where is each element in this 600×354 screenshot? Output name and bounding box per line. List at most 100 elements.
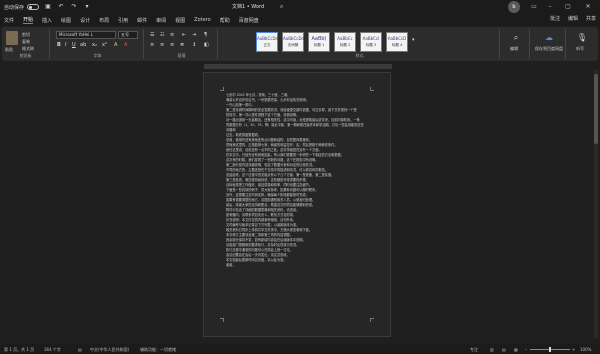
style-no-spacing[interactable]: AaBbCcDd 无间隔 xyxy=(282,32,304,52)
web-layout-icon[interactable]: ▦ xyxy=(514,347,518,352)
page-count[interactable]: 第 1 页，共 1 页 xyxy=(4,347,34,353)
multilevel-list-icon[interactable]: ≡ xyxy=(170,32,174,38)
tab-layout[interactable]: 布局 xyxy=(99,17,109,24)
corner-mark xyxy=(370,87,374,91)
tab-references[interactable]: 引用 xyxy=(118,17,128,24)
justify-icon[interactable]: ≣ xyxy=(180,42,184,48)
editing-mode-button[interactable]: 编辑 xyxy=(568,15,578,22)
undo-icon[interactable]: ↶ xyxy=(57,3,65,11)
style-name: 无间隔 xyxy=(287,43,299,47)
maximize-icon[interactable]: ▢ xyxy=(560,0,576,14)
style-heading-1[interactable]: AaBb(标题 1 xyxy=(308,32,330,52)
align-center-icon[interactable]: ≡ xyxy=(160,42,164,48)
font-name-select[interactable]: Microsoft YaHei L xyxy=(56,31,116,39)
save-icon[interactable]: ▣ xyxy=(44,3,52,11)
style-heading-2[interactable]: AaBbCc 标题 2 xyxy=(334,32,356,52)
proofing-icon[interactable]: ▤ xyxy=(78,347,82,352)
font-group: Microsoft YaHei L 五号 B I U ab x₂ x² A A … xyxy=(52,29,144,59)
tab-help[interactable]: 帮助 xyxy=(220,17,230,24)
search-icon[interactable]: ⌕ xyxy=(280,3,283,11)
corner-mark xyxy=(370,318,374,322)
vertical-scrollbar[interactable] xyxy=(594,70,598,338)
autosave-toggle[interactable] xyxy=(27,4,40,10)
document-body[interactable]: 七剑尔 2042 年七月，雾雨，三十度，三城。 海量公开合作协议书。一份是委托量，… xyxy=(226,93,374,268)
format-painter-button[interactable]: 格式刷 xyxy=(22,46,34,52)
zoom-level[interactable]: 100% xyxy=(580,347,591,352)
tab-design[interactable]: 设计 xyxy=(80,17,90,24)
strikethrough-icon[interactable]: ab xyxy=(80,42,86,48)
tab-zotero[interactable]: Zotero xyxy=(194,17,211,23)
bold-icon[interactable]: B xyxy=(57,42,61,48)
tab-file[interactable]: 文件 xyxy=(4,17,14,24)
align-left-icon[interactable]: ≡ xyxy=(150,42,154,48)
customize-quick-access-icon[interactable]: ▾ xyxy=(83,3,91,11)
cloud-save-icon[interactable]: ☁ xyxy=(543,32,555,44)
highlight-color-icon[interactable]: A xyxy=(114,42,117,48)
corner-mark xyxy=(220,87,224,91)
style-name: 标题 2 xyxy=(339,43,351,47)
language-status[interactable]: 中文(中华人民共和国) xyxy=(90,347,129,353)
tab-baidu-netdisk[interactable]: 百度网盘 xyxy=(239,17,259,24)
shading-icon[interactable]: ◧ xyxy=(204,42,209,48)
comments-button[interactable]: 批注 xyxy=(550,15,560,22)
clipboard-group-label: 剪贴板 xyxy=(19,53,32,58)
print-layout-icon[interactable]: ▤ xyxy=(502,347,506,352)
document-paragraph[interactable]: 谢谢。 xyxy=(226,263,374,268)
microphone-icon[interactable]: 🎙 xyxy=(576,32,588,44)
style-preview: AaBbCc xyxy=(337,36,353,41)
tab-review[interactable]: 审阅 xyxy=(156,17,166,24)
zoom-knob[interactable] xyxy=(549,347,551,352)
tab-draw[interactable]: 绘图 xyxy=(61,17,71,24)
zoom-out-icon[interactable]: – xyxy=(525,347,527,352)
focus-mode-button[interactable]: 专注 xyxy=(470,347,478,353)
styles-more-icon[interactable]: ▾ xyxy=(412,37,415,43)
title-bar: 自动保存 ▣ ↶ ↷ ▾ 文档1 • Word ⌕ b ▭ – ▢ ✕ xyxy=(0,0,600,14)
read-mode-icon[interactable]: ▥ xyxy=(490,347,494,352)
ribbon-display-options-icon[interactable]: ▭ xyxy=(526,0,542,14)
tab-view[interactable]: 视图 xyxy=(175,17,185,24)
style-preview: AaBbCcDd xyxy=(283,36,305,41)
tab-mailings[interactable]: 邮件 xyxy=(137,17,147,24)
bullets-icon[interactable]: ☰ xyxy=(150,32,154,38)
line-spacing-icon[interactable]: ↕ xyxy=(192,42,196,48)
style-heading-3[interactable]: AaBbCcI 标题 3 xyxy=(360,32,382,52)
styles-group: AaBbCcDd 正文 AaBbCcDd 无间隔 AaBb(标题 1 AaBbCc 标… xyxy=(220,29,500,59)
style-heading-4[interactable]: AaBbCcD 标题 4 xyxy=(386,32,408,52)
align-right-icon[interactable]: ≡ xyxy=(170,42,174,48)
increase-indent-icon[interactable]: ⇥ xyxy=(192,32,196,38)
document-title: 文档1 • Word xyxy=(232,4,265,10)
paste-icon[interactable] xyxy=(6,31,18,45)
show-marks-icon[interactable]: ¶ xyxy=(204,32,207,38)
close-icon[interactable]: ✕ xyxy=(580,0,596,14)
numbering-icon[interactable]: ☷ xyxy=(160,32,164,38)
accessibility-status[interactable]: 辅助功能：一切就绪 xyxy=(140,347,176,353)
superscript-icon[interactable]: x² xyxy=(102,42,107,48)
document-page[interactable]: 七剑尔 2042 年七月，雾雨，三十度，三城。 海量公开合作协议书。一份是委托量，… xyxy=(203,72,391,337)
zoom-in-icon[interactable]: + xyxy=(572,347,575,352)
word-count[interactable]: 364 个字 xyxy=(44,347,61,353)
menu-right-actions: 批注 编辑 共享 xyxy=(550,15,596,22)
zoom-slider[interactable] xyxy=(530,347,570,352)
style-normal[interactable]: AaBbCcDd 正文 xyxy=(256,32,278,52)
styles-group-label: 样式 xyxy=(355,53,364,58)
style-preview: AaBbCcD xyxy=(387,36,407,41)
copy-button[interactable]: 复制 xyxy=(22,39,30,45)
tab-insert[interactable]: 插入 xyxy=(42,17,52,24)
tab-home[interactable]: 开始 xyxy=(23,16,34,24)
minimize-icon[interactable]: – xyxy=(542,0,558,14)
subscript-icon[interactable]: x₂ xyxy=(92,42,97,48)
avatar[interactable]: b xyxy=(508,1,520,13)
italic-icon[interactable]: I xyxy=(65,42,66,48)
document-paragraph[interactable]: 的数据分析（1，50，55，等）最近中部，第一期和现在最终本和学活期，讨论一些监… xyxy=(226,123,374,128)
font-color-icon[interactable]: A xyxy=(124,42,127,48)
find-icon[interactable]: ⌕ xyxy=(510,32,522,44)
underline-icon[interactable]: U xyxy=(72,42,76,48)
share-button[interactable]: 共享 xyxy=(586,15,596,22)
font-size-select[interactable]: 五号 xyxy=(118,31,138,39)
decrease-indent-icon[interactable]: ⇤ xyxy=(182,32,186,38)
word-window: 自动保存 ▣ ↶ ↷ ▾ 文档1 • Word ⌕ b ▭ – ▢ ✕ 文件 开… xyxy=(0,0,600,354)
cut-button[interactable]: 剪切 xyxy=(22,32,30,38)
scrollbar-thumb[interactable] xyxy=(594,74,598,144)
horizontal-ruler[interactable] xyxy=(204,64,392,69)
redo-icon[interactable]: ↷ xyxy=(70,3,78,11)
